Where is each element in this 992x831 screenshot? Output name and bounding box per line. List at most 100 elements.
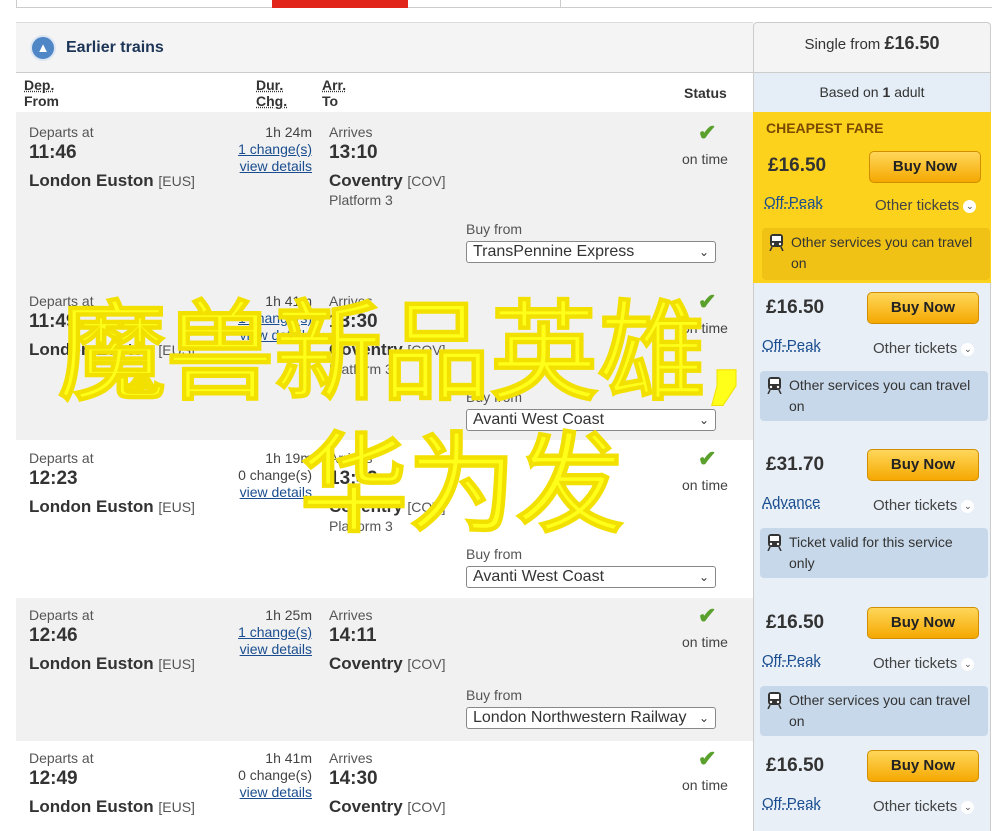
buy-from-label: Buy from — [466, 389, 523, 405]
view-details-link[interactable]: view details — [226, 784, 312, 801]
status-on-time: on time — [682, 777, 728, 793]
destination-name: Coventry — [329, 340, 403, 359]
buy-now-button[interactable]: Buy Now — [867, 750, 979, 782]
origin-code: [EUS] — [158, 499, 195, 515]
chevron-down-icon: ⌄ — [961, 499, 975, 513]
checkmark-icon: ✔ — [698, 603, 717, 628]
other-tickets-toggle[interactable]: Other tickets ⌄ — [873, 798, 975, 815]
journey-row[interactable]: Departs at 12:49 London Euston [EUS] 1h … — [16, 741, 753, 831]
arrives-label: Arrives — [329, 450, 373, 466]
earlier-trains-button[interactable]: ▲ Earlier trains — [16, 22, 753, 72]
origin-name: London Euston — [29, 654, 154, 673]
based-on-suffix: adult — [894, 84, 925, 100]
chevron-down-icon: ⌄ — [698, 413, 709, 427]
col-to-label: To — [322, 93, 339, 109]
operator-select[interactable]: TransPennine Express ⌄ — [466, 241, 716, 263]
departs-at-label: Departs at — [29, 750, 94, 766]
changes-link[interactable]: 1 change(s) — [226, 141, 312, 158]
fare-type-link[interactable]: Off-Peak — [764, 194, 823, 211]
other-tickets-label: Other tickets — [873, 655, 958, 672]
fare-type-link[interactable]: Advance — [762, 494, 820, 511]
col-dur-chg: Dur. Chg. — [256, 77, 287, 109]
destination-station: Coventry [COV] — [329, 497, 446, 517]
journey-row[interactable]: Departs at 12:46 London Euston [EUS] 1h … — [16, 598, 753, 741]
status-on-time: on time — [682, 477, 728, 493]
checkmark-icon: ✔ — [698, 120, 717, 145]
origin-station: London Euston [EUS] — [29, 340, 195, 360]
chevron-down-icon: ⌄ — [698, 711, 709, 725]
checkmark-icon: ✔ — [698, 289, 717, 314]
tab-active-indicator — [272, 0, 408, 8]
operator-value: Avanti West Coast — [473, 568, 605, 585]
fare-price: £16.50 — [766, 612, 825, 633]
duration: 1h 24m — [265, 124, 312, 140]
chevron-down-icon: ⌄ — [961, 657, 975, 671]
operator-value: Avanti West Coast — [473, 411, 605, 428]
tab-fares[interactable] — [560, 0, 992, 8]
col-arr-label: Arr. — [322, 77, 347, 93]
fare-type-link[interactable]: Off-Peak — [762, 652, 821, 669]
fare-panel: £16.50 Buy Now Off-Peak Other tickets ⌄ … — [753, 283, 991, 440]
buy-now-button[interactable]: Buy Now — [867, 607, 979, 639]
depart-time: 11:46 — [29, 142, 77, 163]
fare-price: £31.70 — [766, 454, 825, 475]
origin-code: [EUS] — [158, 656, 195, 672]
destination-station: Coventry [COV] — [329, 340, 446, 360]
origin-name: London Euston — [29, 340, 154, 359]
operator-value: TransPennine Express — [473, 243, 635, 260]
departs-at-label: Departs at — [29, 450, 94, 466]
destination-name: Coventry — [329, 654, 403, 673]
fare-type-link[interactable]: Off-Peak — [762, 795, 821, 812]
fare-note-text: Ticket valid for this service only — [789, 534, 953, 571]
other-tickets-label: Other tickets — [873, 340, 958, 357]
other-tickets-toggle[interactable]: Other tickets ⌄ — [873, 655, 975, 672]
journey-row[interactable]: Departs at 11:46 London Euston [EUS] 1h … — [16, 112, 753, 283]
origin-code: [EUS] — [158, 173, 195, 189]
origin-name: London Euston — [29, 797, 154, 816]
changes-link[interactable]: 1 change(s) — [226, 310, 312, 327]
buy-now-button[interactable]: Buy Now — [867, 449, 979, 481]
view-details-link[interactable]: view details — [226, 158, 312, 175]
duration-cell: 1h 25m 1 change(s) view details — [226, 607, 312, 658]
checkmark-icon: ✔ — [698, 746, 717, 771]
single-from-box: Single from £16.50 — [753, 22, 991, 72]
depart-time: 11:49 — [29, 311, 77, 332]
journey-row[interactable]: Departs at 11:49 London Euston [EUS] 1h … — [16, 283, 753, 440]
departs-at-label: Departs at — [29, 293, 94, 309]
destination-code: [COV] — [407, 499, 446, 515]
operator-select[interactable]: Avanti West Coast ⌄ — [466, 409, 716, 431]
fare-price: £16.50 — [768, 155, 827, 176]
duration: 1h 41m — [265, 293, 312, 309]
operator-select[interactable]: London Northwestern Railway ⌄ — [466, 707, 716, 729]
other-tickets-toggle[interactable]: Other tickets ⌄ — [873, 340, 975, 357]
view-details-link[interactable]: view details — [226, 327, 312, 344]
fare-note-text: Other services you can travel on — [789, 377, 971, 414]
changes-link[interactable]: 1 change(s) — [226, 624, 312, 641]
destination-name: Coventry — [329, 171, 403, 190]
col-from-label: From — [24, 93, 59, 109]
operator-select[interactable]: Avanti West Coast ⌄ — [466, 566, 716, 588]
departs-at-label: Departs at — [29, 607, 94, 623]
fare-panel: £16.50 Buy Now Off-Peak Other tickets ⌄ — [753, 741, 991, 831]
other-tickets-toggle[interactable]: Other tickets ⌄ — [873, 497, 975, 514]
view-details-link[interactable]: view details — [226, 484, 312, 501]
buy-now-button[interactable]: Buy Now — [869, 151, 981, 183]
status-on-time: on time — [682, 320, 728, 336]
fare-note-text: Other services you can travel on — [791, 234, 973, 271]
chevron-down-icon: ⌄ — [698, 570, 709, 584]
train-icon — [769, 234, 784, 251]
other-tickets-toggle[interactable]: Other tickets ⌄ — [875, 197, 977, 214]
single-from-prefix: Single from — [804, 36, 881, 53]
fare-panel-cheapest: CHEAPEST FARE £16.50 Buy Now Off-Peak Ot… — [753, 112, 991, 283]
fare-note: Other services you can travel on — [762, 228, 990, 280]
fare-note: Ticket valid for this service only — [760, 528, 988, 578]
journey-row[interactable]: Departs at 12:23 London Euston [EUS] 1h … — [16, 440, 753, 598]
based-on-box: Based on 1 adult — [753, 72, 991, 112]
origin-station: London Euston [EUS] — [29, 797, 195, 817]
platform: Platform 3 — [329, 192, 393, 208]
arrives-label: Arrives — [329, 293, 373, 309]
fare-type-link[interactable]: Off-Peak — [762, 337, 821, 354]
fare-panel: £31.70 Buy Now Advance Other tickets ⌄ T… — [753, 440, 991, 598]
view-details-link[interactable]: view details — [226, 641, 312, 658]
buy-now-button[interactable]: Buy Now — [867, 292, 979, 324]
